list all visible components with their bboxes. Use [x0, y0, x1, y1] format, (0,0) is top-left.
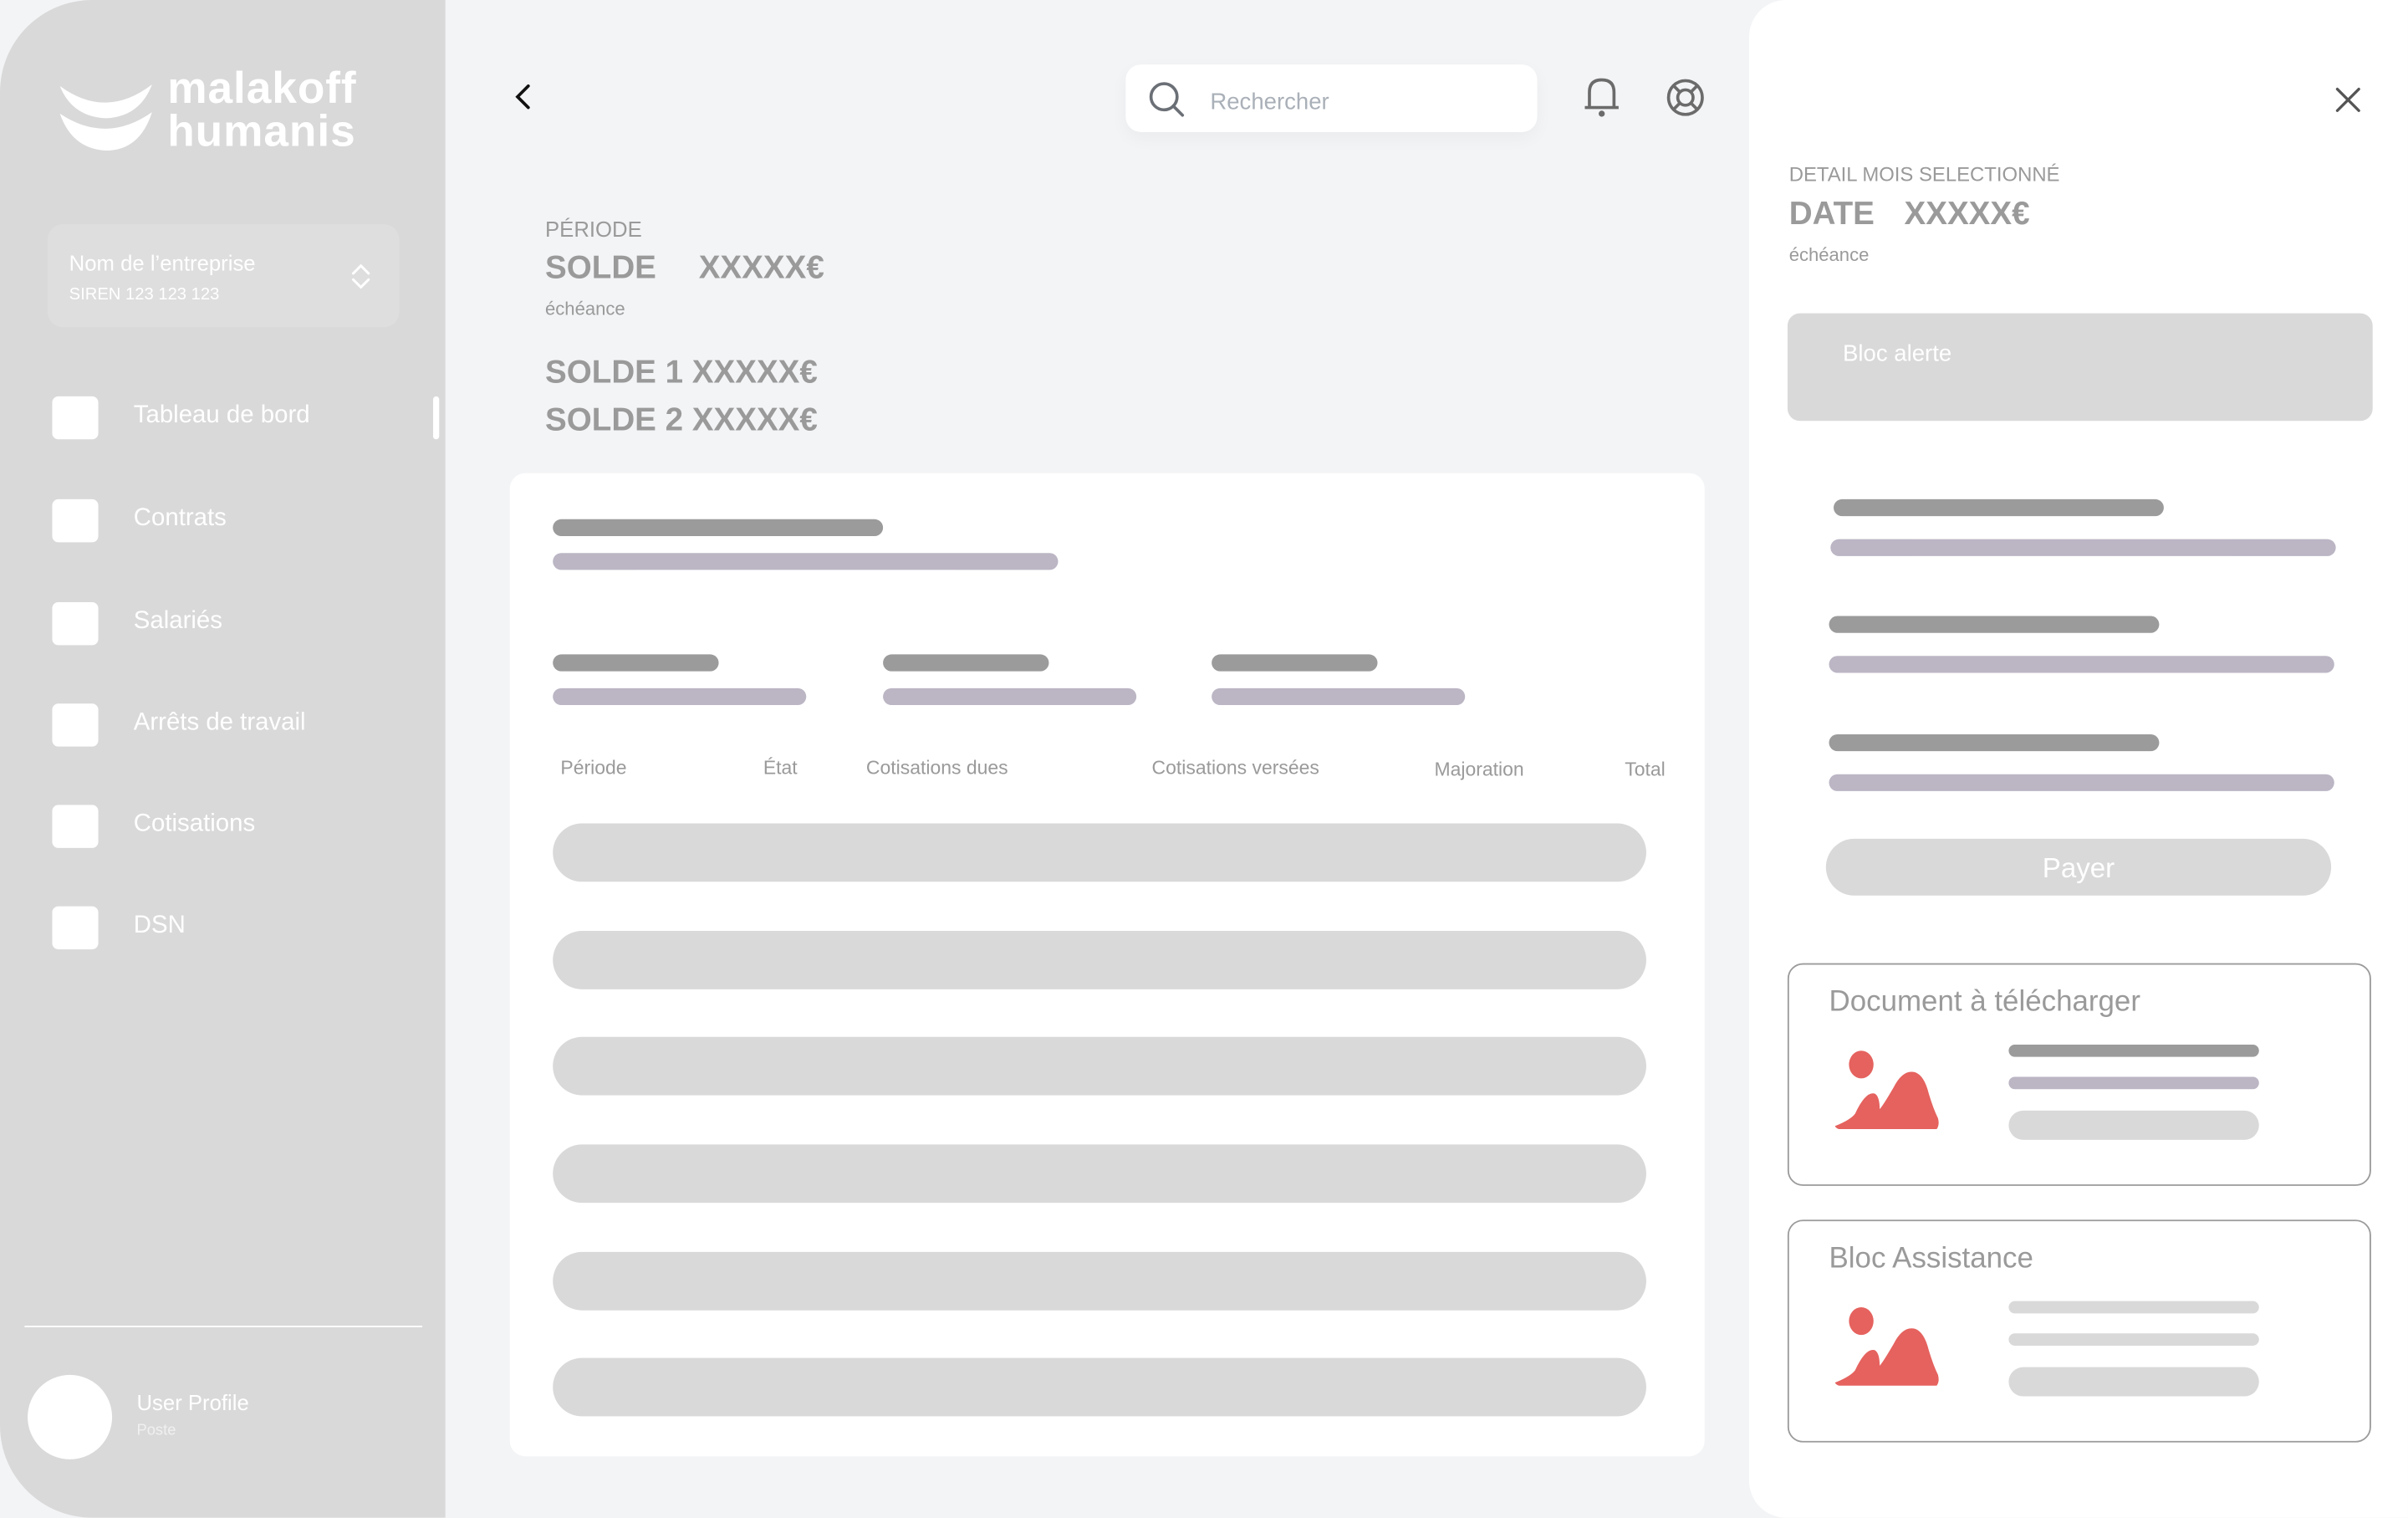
placeholder-stat-label — [553, 654, 719, 672]
user-name[interactable]: User Profile — [136, 1390, 248, 1414]
column-header-total[interactable]: Total — [1625, 759, 1666, 780]
placeholder-stat-value — [1212, 687, 1466, 706]
employees-icon — [52, 601, 99, 646]
document-download-block[interactable]: Document à télécharger — [1787, 963, 2371, 1186]
contributions-icon — [52, 805, 99, 848]
bell-icon[interactable] — [1582, 74, 1622, 120]
placeholder-line — [1829, 656, 2334, 673]
placeholder-line — [2008, 1333, 2259, 1346]
column-header-majoration[interactable]: Majoration — [1434, 759, 1523, 780]
contracts-icon — [52, 498, 99, 543]
company-name: Nom de l’entreprise — [69, 250, 256, 275]
detail-heading: DETAIL MOIS SELECTIONNÉ — [1788, 162, 2060, 187]
placeholder-line — [2008, 1301, 2259, 1314]
sick-leave-icon — [52, 703, 99, 747]
active-indicator — [432, 396, 440, 440]
dsn-icon — [52, 906, 99, 950]
sidebar-item-tableau-de-bord[interactable]: Tableau de bord — [52, 396, 421, 442]
sidebar-item-label: Contrats — [133, 505, 227, 532]
pay-button[interactable]: Payer — [1825, 838, 2332, 896]
detail-panel: DETAIL MOIS SELECTIONNÉ DATE XXXXX€ éché… — [1749, 0, 2408, 1518]
sidebar: malakoff humanis Nom de l’entreprise SIRE… — [0, 0, 446, 1518]
solde-label: SOLDE — [545, 250, 656, 286]
assistance-button-placeholder[interactable] — [2008, 1367, 2259, 1397]
sidebar-item-label: Cotisations — [133, 810, 256, 838]
contributions-card: Période État Cotisations dues Cotisation… — [509, 473, 1705, 1457]
column-header-cotisations-dues[interactable]: Cotisations dues — [866, 757, 1008, 779]
table-row[interactable] — [553, 823, 1646, 882]
sidebar-item-arrets-de-travail[interactable]: Arrêts de travail — [52, 703, 421, 749]
table-row[interactable] — [553, 1357, 1646, 1417]
column-header-etat[interactable]: État — [763, 757, 798, 779]
column-header-cotisations-versees[interactable]: Cotisations versées — [1152, 757, 1319, 779]
solde-value: XXXXX€ — [698, 250, 824, 286]
sidebar-item-label: Salariés — [133, 608, 222, 635]
column-header-periode[interactable]: Période — [560, 757, 626, 779]
image-placeholder-icon — [1834, 1050, 1939, 1129]
table-row[interactable] — [553, 931, 1646, 989]
company-selector[interactable]: Nom de l’entreprise SIREN 123 123 123 — [47, 224, 400, 328]
solde-2: SOLDE 2 XXXXX€ — [545, 402, 818, 438]
download-button-placeholder[interactable] — [2008, 1110, 2259, 1140]
app: malakoff humanis Nom de l’entreprise SIRE… — [0, 0, 2408, 1518]
sidebar-divider — [24, 1326, 423, 1327]
solde-1: SOLDE 1 XXXXX€ — [545, 355, 818, 391]
sidebar-item-salaries[interactable]: Salariés — [52, 601, 421, 648]
company-siren: SIREN 123 123 123 — [69, 285, 220, 304]
malakoff-logo-icon — [59, 84, 152, 151]
echeance-label: échéance — [545, 298, 625, 320]
placeholder-line — [1829, 774, 2334, 791]
periode-label: PÉRIODE — [545, 216, 642, 242]
sidebar-item-label: Arrêts de travail — [133, 709, 306, 736]
help-lifebuoy-icon[interactable] — [1665, 77, 1707, 119]
alert-text: Bloc alerte — [1843, 340, 1952, 367]
alert-block: Bloc alerte — [1787, 313, 2373, 422]
placeholder-stat-label — [1212, 654, 1378, 672]
sidebar-item-dsn[interactable]: DSN — [52, 906, 421, 953]
assistance-block[interactable]: Bloc Assistance — [1787, 1219, 2371, 1443]
avatar[interactable] — [28, 1374, 113, 1459]
search-input[interactable]: Rechercher — [1125, 64, 1538, 132]
sidebar-item-cotisations[interactable]: Cotisations — [52, 805, 421, 851]
placeholder-line — [2008, 1044, 2259, 1057]
placeholder-line — [1834, 498, 2164, 517]
placeholder-subtitle — [553, 553, 1059, 570]
user-role: Poste — [136, 1422, 176, 1439]
placeholder-line — [2008, 1076, 2259, 1090]
placeholder-line — [1829, 733, 2160, 752]
sidebar-item-label: Tableau de bord — [133, 402, 310, 429]
chevron-up-down-icon — [351, 263, 370, 289]
table-row[interactable] — [553, 1144, 1646, 1204]
placeholder-line — [1829, 616, 2160, 633]
dashboard-icon — [52, 396, 99, 440]
back-chevron-icon[interactable] — [513, 83, 534, 110]
search-icon — [1149, 82, 1185, 117]
table-row[interactable] — [553, 1251, 1646, 1311]
detail-date: DATE — [1788, 197, 1875, 233]
close-icon[interactable] — [2334, 86, 2362, 114]
table-row[interactable] — [553, 1036, 1646, 1096]
placeholder-stat-label — [883, 654, 1049, 672]
image-placeholder-icon — [1834, 1307, 1939, 1386]
sidebar-item-label: DSN — [133, 912, 186, 939]
search-placeholder: Rechercher — [1210, 89, 1329, 115]
placeholder-title — [553, 519, 884, 537]
sidebar-item-contrats[interactable]: Contrats — [52, 498, 421, 545]
brand-logo-text: malakoff humanis — [167, 64, 357, 157]
document-title: Document à télécharger — [1829, 986, 2140, 1019]
placeholder-stat-value — [883, 687, 1137, 706]
placeholder-line — [1830, 539, 2336, 556]
placeholder-stat-value — [553, 687, 807, 706]
assistance-title: Bloc Assistance — [1829, 1242, 2033, 1275]
detail-echeance: échéance — [1788, 244, 1870, 266]
detail-amount: XXXXX€ — [1904, 197, 2030, 233]
